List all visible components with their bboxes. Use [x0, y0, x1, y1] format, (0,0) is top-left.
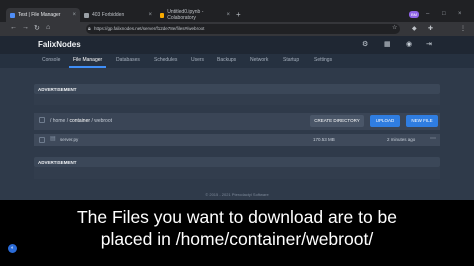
forward-icon[interactable]: → [22, 24, 29, 31]
menu-dots-icon[interactable]: ⋮ [460, 25, 466, 32]
close-tab-icon[interactable]: × [148, 12, 152, 18]
close-window-icon[interactable]: × [458, 11, 462, 17]
favicon-icon [84, 12, 89, 18]
active-tab-indicator [69, 66, 106, 68]
video-caption: The Files you want to download are to be… [0, 206, 474, 250]
file-size: 170.53 MB [313, 137, 335, 142]
file-actions-icon[interactable]: ⋯ [430, 135, 436, 142]
caption-line-1: The Files you want to download are to be [76, 207, 398, 227]
colab-icon [160, 12, 165, 18]
tab-console[interactable]: Console [42, 57, 60, 63]
extension-icon[interactable]: ◆ [412, 25, 417, 32]
breadcrumb: / home / container / webroot [50, 118, 113, 124]
tab-schedules[interactable]: Schedules [154, 57, 177, 63]
brand-logo[interactable]: FalixNodes [38, 40, 81, 49]
upload-button[interactable]: UPLOAD [370, 115, 400, 127]
footer-copyright: © 2015 - 2021 Pterodactyl Software [205, 192, 269, 197]
ad-title-bottom: ADVERTISEMENT [38, 159, 77, 165]
tab-users[interactable]: Users [191, 57, 204, 63]
select-all-checkbox[interactable] [39, 117, 45, 123]
puzzle-icon[interactable]: ✚ [428, 25, 433, 32]
channel-badge-icon: ◐ [8, 244, 17, 253]
breadcrumb-webroot[interactable]: webroot [94, 118, 112, 124]
tab-label: 403 Forbidden [92, 12, 125, 18]
profile-avatar[interactable]: BM [409, 11, 419, 18]
tab-backups[interactable]: Backups [217, 57, 236, 63]
lock-icon: 🔒︎ [88, 26, 91, 32]
create-directory-button[interactable]: CREATE DIRECTORY [310, 115, 364, 127]
logout-icon[interactable]: ⇥ [426, 40, 432, 48]
file-name[interactable]: server.py [60, 137, 78, 142]
table-row[interactable] [34, 134, 440, 146]
minimize-icon[interactable]: – [426, 11, 429, 17]
tab-file-manager-nav[interactable]: File Manager [73, 57, 102, 63]
ad-panel-bottom-body [34, 167, 440, 179]
new-tab-button[interactable]: + [236, 10, 241, 19]
grid-icon[interactable]: ▦ [384, 40, 391, 48]
close-tab-icon[interactable]: × [226, 12, 230, 18]
bookmark-star-icon[interactable]: ☆ [392, 24, 397, 31]
reload-icon[interactable]: ↻ [34, 24, 40, 32]
file-checkbox[interactable] [39, 137, 45, 143]
file-icon: ▤ [50, 136, 56, 142]
server-list-icon[interactable]: ⚙ [362, 40, 368, 48]
tab-403-forbidden[interactable]: 403 Forbidden × [80, 8, 156, 22]
ad-title-top: ADVERTISEMENT [38, 86, 77, 92]
new-file-button[interactable]: NEW FILE [406, 115, 438, 127]
back-icon[interactable]: ← [10, 24, 17, 31]
tab-label: Test | File Manager [18, 12, 61, 18]
favicon-icon [10, 12, 15, 18]
breadcrumb-home[interactable]: home [53, 118, 66, 124]
tab-databases[interactable]: Databases [116, 57, 140, 63]
ad-panel-top-header [34, 84, 440, 94]
tab-colaboratory[interactable]: Untitled0.ipynb - Colaboratory × [156, 8, 234, 22]
maximize-icon[interactable]: □ [442, 11, 446, 17]
tab-file-manager[interactable]: Test | File Manager × [6, 8, 80, 22]
file-modified: 2 minutes ago [387, 137, 416, 142]
caption-line-2: placed in /home/container/webroot/ [100, 229, 374, 249]
breadcrumb-container[interactable]: container [69, 118, 90, 124]
tab-settings[interactable]: Settings [314, 57, 332, 63]
url-text: https://gp.falixnodes.net/server/f12de78… [94, 26, 205, 31]
account-icon[interactable]: ◉ [406, 40, 412, 48]
close-tab-icon[interactable]: × [72, 12, 76, 18]
home-icon[interactable]: ⌂ [46, 24, 50, 31]
tab-label: Untitled0.ipynb - Colaboratory [167, 9, 204, 21]
tab-startup[interactable]: Startup [283, 57, 299, 63]
url-input[interactable]: 🔒︎ https://gp.falixnodes.net/server/f12d… [86, 24, 400, 34]
ad-panel-top-body [34, 94, 440, 105]
ad-panel-bottom-header [34, 157, 440, 167]
tab-network[interactable]: Network [250, 57, 268, 63]
